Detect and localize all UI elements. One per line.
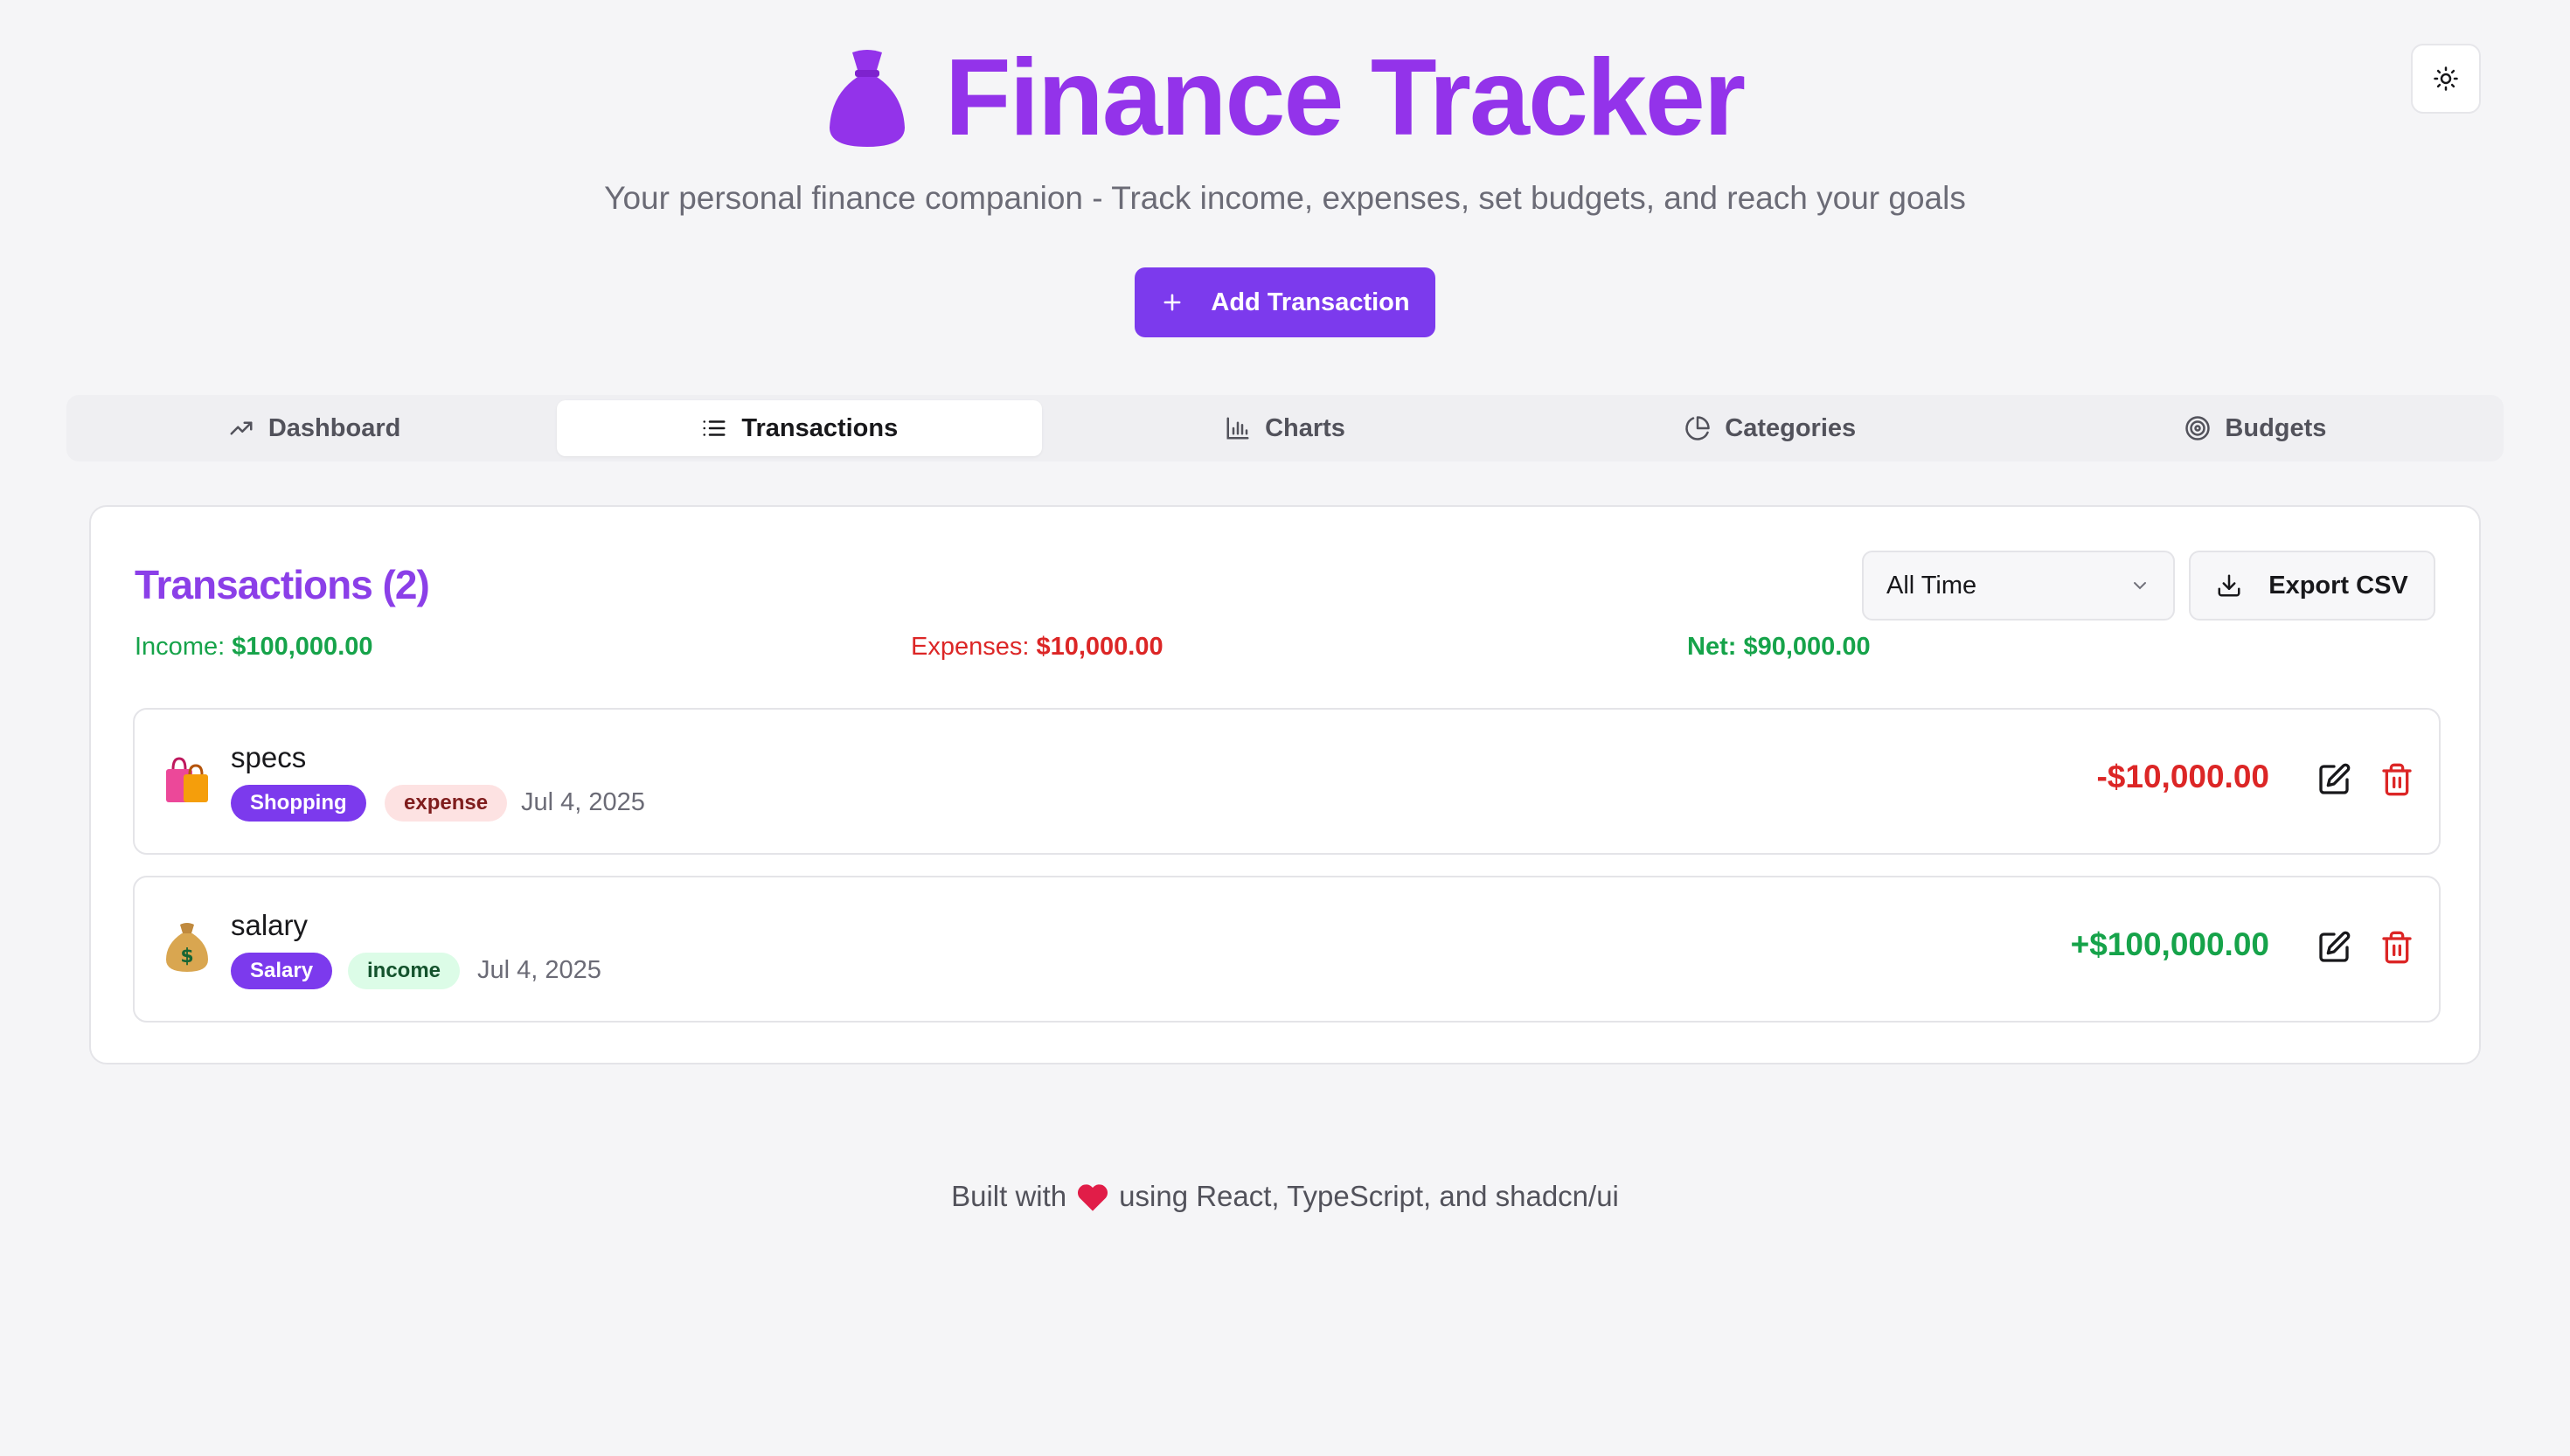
transaction-name: salary [231, 909, 309, 941]
expenses-label: Expenses: [911, 633, 1030, 661]
transaction-date: Jul 4, 2025 [477, 956, 601, 984]
transaction-amount: -$10,000.00 [2096, 759, 2269, 794]
plus-icon [1163, 294, 1181, 311]
tab-budgets[interactable]: Budgets [2013, 400, 2498, 456]
trending-up-icon [230, 421, 253, 435]
category-badge: Salary [231, 953, 333, 989]
money-bag-icon: $ [166, 923, 208, 972]
expenses-value: $10,000.00 [1036, 633, 1163, 661]
net-label: Net: [1687, 633, 1737, 661]
transactions-card: Transactions (2) All Time Export CSV Inc… [89, 505, 2481, 1064]
transaction-date: Jul 4, 2025 [521, 788, 645, 816]
add-transaction-label: Add Transaction [1211, 288, 1410, 316]
net-value: $90,000.00 [1743, 633, 1871, 661]
trash-icon[interactable] [2379, 930, 2414, 965]
net-summary: Net: $90,000.00 [1687, 633, 1871, 662]
trash-icon[interactable] [2379, 762, 2414, 797]
type-badge: income [348, 953, 461, 989]
time-filter-value: All Time [1886, 571, 1977, 600]
tab-charts-label: Charts [1265, 413, 1345, 442]
tab-transactions-label: Transactions [741, 413, 899, 442]
app-title: Finance Tracker [944, 38, 1746, 158]
heart-icon [1078, 1184, 1108, 1211]
export-csv-button[interactable]: Export CSV [2189, 551, 2435, 621]
money-bag-icon [829, 50, 905, 147]
edit-icon[interactable] [2316, 930, 2351, 965]
income-summary: Income: $100,000.00 [135, 633, 373, 662]
type-badge: expense [385, 785, 508, 822]
transaction-row[interactable]: $ salary Salary income Jul 4, 2025 +$100… [133, 876, 2441, 1023]
tab-dashboard-label: Dashboard [267, 413, 401, 442]
time-filter-select[interactable]: All Time [1862, 551, 2175, 621]
svg-text:$: $ [180, 946, 193, 967]
list-icon [703, 420, 726, 436]
tab-charts[interactable]: Charts [1042, 400, 1527, 456]
add-transaction-button[interactable]: Add Transaction [1135, 267, 1435, 337]
pie-chart-icon [1685, 416, 1711, 440]
tab-categories-label: Categories [1725, 413, 1857, 442]
main-tabs: Dashboard Transactions Charts Categories… [66, 395, 2504, 461]
shopping-bags-icon [166, 757, 208, 802]
tab-transactions[interactable]: Transactions [557, 400, 1043, 456]
category-badge: Shopping [231, 785, 366, 822]
tab-budgets-label: Budgets [2225, 413, 2327, 442]
chevron-down-icon [2134, 582, 2146, 590]
app-header: Finance Tracker [0, 33, 2570, 163]
tab-categories[interactable]: Categories [1528, 400, 2013, 456]
transaction-name: specs [231, 741, 307, 773]
footer-text-before: Built with [951, 1180, 1067, 1212]
target-icon [2185, 416, 2211, 440]
export-csv-label: Export CSV [2268, 571, 2408, 600]
transaction-row[interactable]: specs Shopping expense Jul 4, 2025 -$10,… [133, 708, 2441, 855]
transaction-amount: +$100,000.00 [2070, 926, 2269, 962]
transactions-title: Transactions (2) [135, 562, 430, 607]
edit-icon[interactable] [2316, 762, 2351, 797]
footer-text-after: using React, TypeScript, and shadcn/ui [1119, 1180, 1619, 1212]
tab-dashboard[interactable]: Dashboard [72, 400, 557, 456]
income-value: $100,000.00 [232, 633, 373, 661]
footer: Built with using React, TypeScript, and … [0, 1180, 2570, 1213]
bar-chart-icon [1226, 417, 1249, 440]
expenses-summary: Expenses: $10,000.00 [911, 633, 1163, 662]
income-label: Income: [135, 633, 226, 661]
app-subtitle: Your personal finance companion - Track … [604, 180, 1966, 216]
download-icon [2218, 574, 2240, 597]
